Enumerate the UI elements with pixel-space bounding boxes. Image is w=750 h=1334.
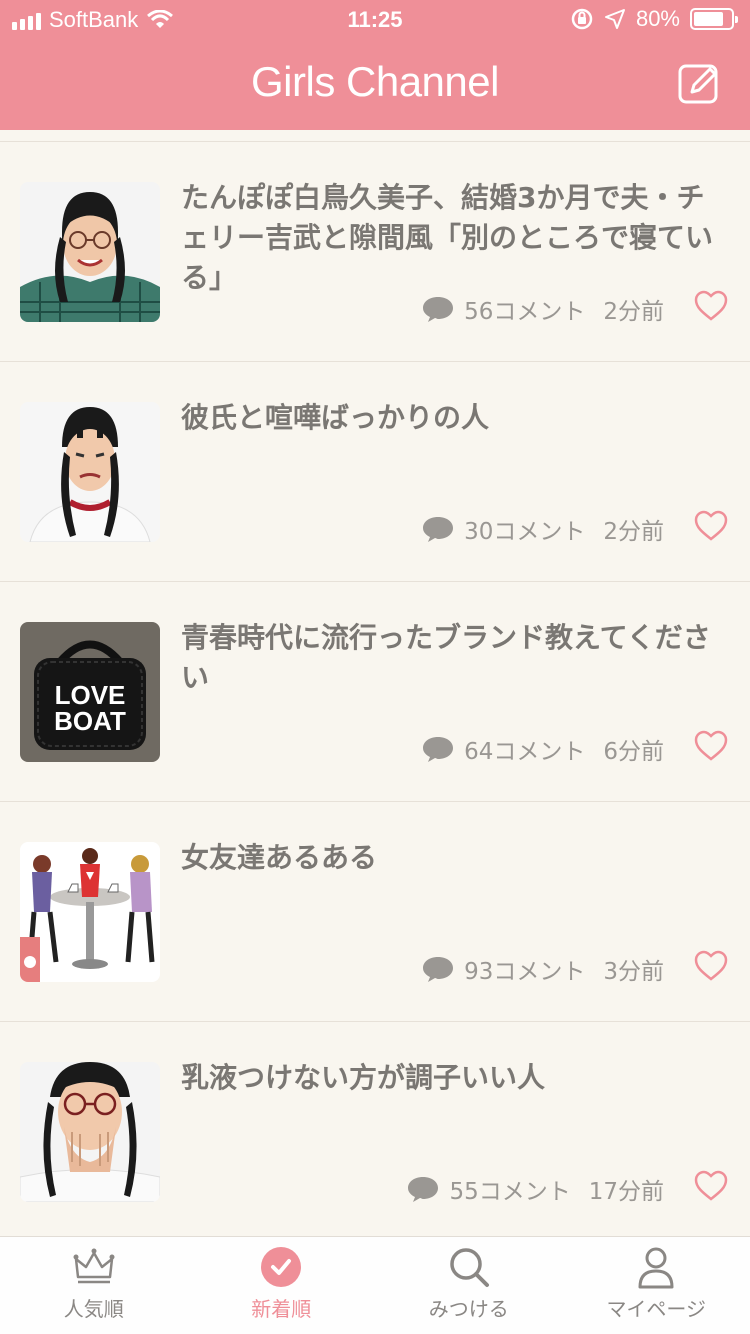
location-arrow-icon bbox=[604, 9, 625, 29]
post-time: 6分前 bbox=[603, 739, 664, 765]
topic-thumbnail[interactable]: LOVE BOAT bbox=[20, 622, 160, 762]
battery-percent: 80% bbox=[635, 6, 680, 31]
comment-count: 93コメント bbox=[464, 959, 586, 985]
list-item[interactable]: 女友達あるある 93コメント 3分前 bbox=[0, 802, 750, 1022]
post-time: 3分前 bbox=[603, 959, 664, 985]
comment-bubble-icon bbox=[423, 737, 454, 762]
topic-title[interactable]: 乳液つけない方が調子いい人 bbox=[181, 1058, 726, 1098]
post-time: 17分前 bbox=[588, 1179, 664, 1205]
list-item[interactable]: たんぽぽ白鳥久美子、結婚3か月で夫・チェリー吉武と隙間風「別のところで寝ている」… bbox=[0, 142, 750, 362]
heart-icon[interactable] bbox=[694, 1170, 728, 1202]
tab-bar: 人気順 新着順 みつける マイページ bbox=[0, 1236, 750, 1334]
topic-meta: 64コメント 6分前 bbox=[422, 732, 664, 766]
tab-label: 新着順 bbox=[251, 1297, 312, 1321]
comment-bubble-icon bbox=[423, 957, 454, 982]
compose-icon[interactable] bbox=[678, 62, 720, 104]
crown-icon bbox=[73, 1248, 115, 1284]
comment-bubble-icon bbox=[423, 297, 454, 322]
topic-title[interactable]: 女友達あるある bbox=[181, 838, 726, 878]
comment-count: 30コメント bbox=[464, 519, 586, 545]
topic-meta: 30コメント 2分前 bbox=[422, 512, 664, 546]
comment-bubble-icon bbox=[408, 1177, 439, 1202]
thumb-text: BOAT bbox=[54, 706, 126, 736]
tab-search[interactable]: みつける bbox=[375, 1237, 563, 1334]
topic-meta: 56コメント 2分前 bbox=[422, 292, 664, 326]
list-item[interactable]: 彼氏と喧嘩ばっかりの人 30コメント 2分前 bbox=[0, 362, 750, 582]
tab-label: マイページ bbox=[606, 1297, 707, 1321]
app-header: SoftBank 11:25 80% Girls Channel bbox=[0, 0, 750, 130]
topic-feed: たんぽぽ白鳥久美子、結婚3か月で夫・チェリー吉武と隙間風「別のところで寝ている」… bbox=[0, 130, 750, 1236]
check-circle-icon bbox=[261, 1247, 302, 1287]
topic-thumbnail[interactable] bbox=[20, 402, 160, 542]
tab-new[interactable]: 新着順 bbox=[188, 1237, 376, 1334]
comment-count: 55コメント bbox=[449, 1179, 571, 1205]
search-icon bbox=[450, 1248, 489, 1287]
tab-mypage[interactable]: マイページ bbox=[563, 1237, 750, 1334]
heart-icon[interactable] bbox=[694, 290, 728, 322]
topic-title[interactable]: 青春時代に流行ったブランド教えてください bbox=[181, 618, 726, 698]
topic-thumbnail[interactable] bbox=[20, 1062, 160, 1202]
app-title: Girls Channel bbox=[251, 58, 499, 105]
comment-count: 64コメント bbox=[464, 739, 586, 765]
tab-popular[interactable]: 人気順 bbox=[0, 1237, 188, 1334]
post-time: 2分前 bbox=[603, 299, 664, 325]
heart-icon[interactable] bbox=[694, 730, 728, 762]
comment-bubble-icon bbox=[423, 517, 454, 542]
topic-thumbnail[interactable] bbox=[20, 842, 160, 982]
topic-meta: 93コメント 3分前 bbox=[422, 952, 664, 986]
topic-thumbnail[interactable] bbox=[20, 182, 160, 322]
list-item[interactable]: 乳液つけない方が調子いい人 55コメント 17分前 bbox=[0, 1022, 750, 1236]
tab-label: 人気順 bbox=[63, 1297, 124, 1321]
topic-title[interactable]: 彼氏と喧嘩ばっかりの人 bbox=[181, 398, 726, 438]
post-time: 2分前 bbox=[603, 519, 664, 545]
heart-icon[interactable] bbox=[694, 510, 728, 542]
tab-label: みつける bbox=[428, 1297, 509, 1321]
heart-icon[interactable] bbox=[694, 950, 728, 982]
list-item[interactable]: LOVE BOAT 青春時代に流行ったブランド教えてください 64コメント 6分… bbox=[0, 582, 750, 802]
battery-icon bbox=[690, 8, 738, 30]
topic-meta: 55コメント 17分前 bbox=[407, 1172, 664, 1206]
topic-title[interactable]: たんぽぽ白鳥久美子、結婚3か月で夫・チェリー吉武と隙間風「別のところで寝ている」 bbox=[181, 178, 726, 298]
comment-count: 56コメント bbox=[464, 299, 586, 325]
rotation-lock-icon bbox=[571, 8, 593, 30]
status-bar: SoftBank 11:25 80% bbox=[0, 0, 750, 40]
person-icon bbox=[638, 1247, 674, 1289]
